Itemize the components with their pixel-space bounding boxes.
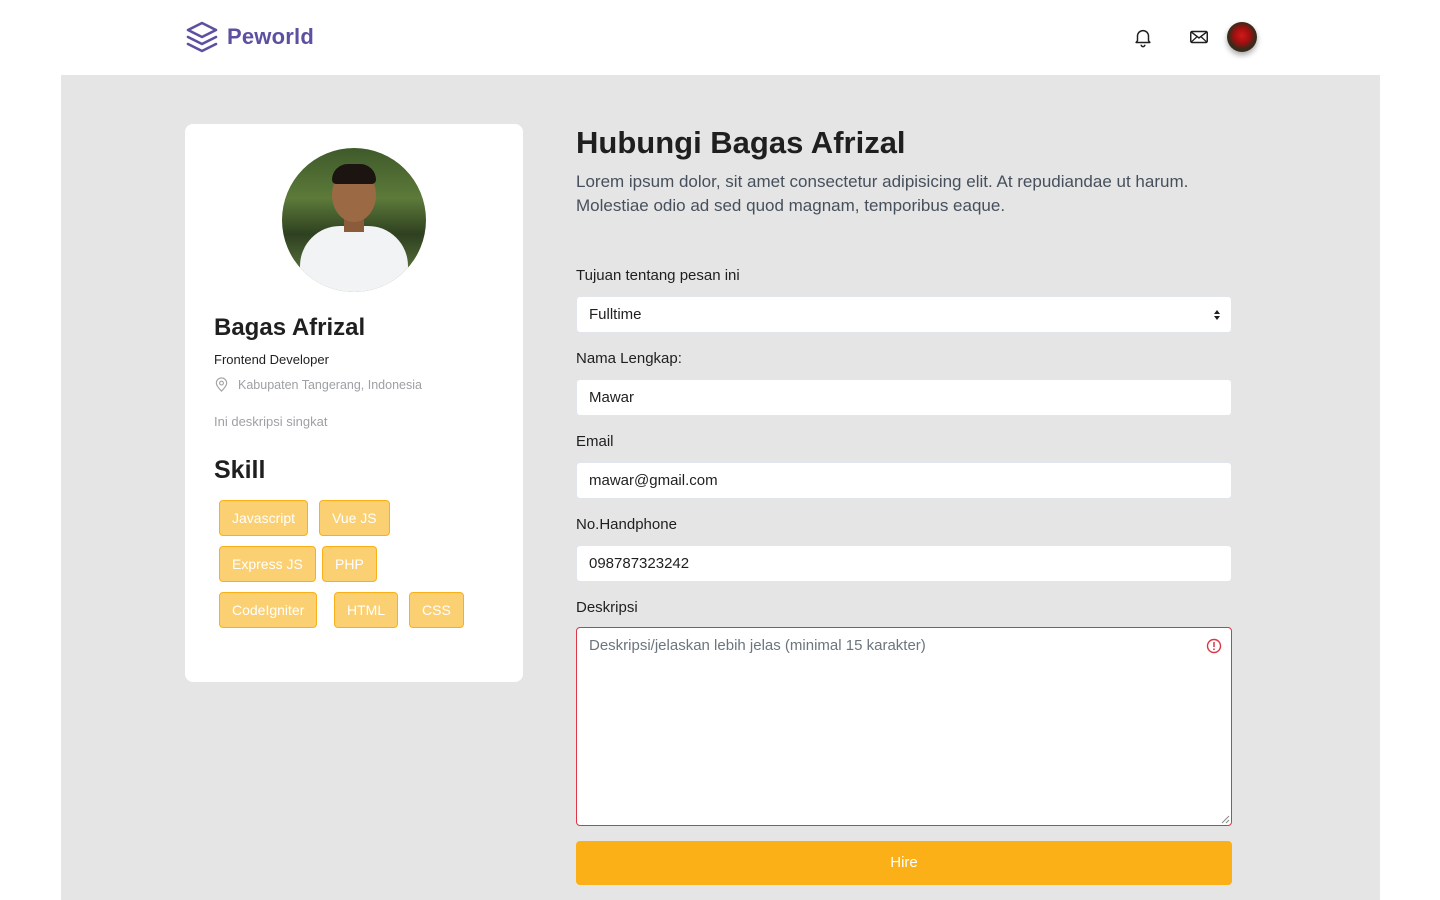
description-label: Deskripsi xyxy=(576,599,638,616)
select-arrow-icon xyxy=(1214,310,1220,320)
location-text: Kabupaten Tangerang, Indonesia xyxy=(238,377,422,392)
skill-chip[interactable]: Express JS xyxy=(219,546,316,582)
brand-logo[interactable]: Peworld xyxy=(185,20,314,54)
skill-chip[interactable]: PHP xyxy=(322,546,377,582)
form-title: Hubungi Bagas Afrizal xyxy=(576,125,906,160)
email-label: Email xyxy=(576,433,614,450)
skill-chip[interactable]: CSS xyxy=(409,592,464,628)
phone-field[interactable]: 098787323242 xyxy=(576,545,1232,582)
mail-icon[interactable] xyxy=(1188,26,1210,48)
main-content: Bagas Afrizal Frontend Developer Kabupat… xyxy=(61,75,1380,900)
map-pin-icon xyxy=(215,377,228,392)
skill-chip[interactable]: CodeIgniter xyxy=(219,592,318,628)
profile-description: Ini deskripsi singkat xyxy=(214,414,328,429)
user-avatar[interactable] xyxy=(1227,22,1257,52)
name-field[interactable]: Mawar xyxy=(576,379,1232,416)
navbar: Peworld xyxy=(0,0,1440,75)
profile-name: Bagas Afrizal xyxy=(214,314,366,341)
brand-name: Peworld xyxy=(227,24,314,49)
name-label: Nama Lengkap: xyxy=(576,350,682,367)
description-placeholder: Deskripsi/jelaskan lebih jelas (minimal … xyxy=(589,637,926,654)
profile-location: Kabupaten Tangerang, Indonesia xyxy=(214,377,422,392)
hire-button[interactable]: Hire xyxy=(576,841,1232,885)
skill-chip[interactable]: Vue JS xyxy=(319,500,390,536)
skill-chip[interactable]: HTML xyxy=(334,592,399,628)
description-textarea[interactable]: Deskripsi/jelaskan lebih jelas (minimal … xyxy=(576,627,1232,826)
layers-icon xyxy=(186,21,218,53)
profile-role: Frontend Developer xyxy=(214,352,329,367)
form-subtitle: Lorem ipsum dolor, sit amet consectetur … xyxy=(576,172,1189,215)
phone-label: No.Handphone xyxy=(576,516,677,533)
resize-handle-icon[interactable] xyxy=(1220,814,1230,824)
error-icon xyxy=(1206,638,1222,654)
purpose-value: Fulltime xyxy=(589,306,642,323)
profile-card: Bagas Afrizal Frontend Developer Kabupat… xyxy=(185,124,523,682)
bell-icon[interactable] xyxy=(1132,26,1154,48)
skill-chip[interactable]: Javascript xyxy=(219,500,309,536)
profile-photo xyxy=(282,148,426,292)
email-field[interactable]: mawar@gmail.com xyxy=(576,462,1232,499)
purpose-select[interactable]: Fulltime xyxy=(576,296,1232,333)
skill-heading: Skill xyxy=(214,456,266,484)
purpose-label: Tujuan tentang pesan ini xyxy=(576,267,740,284)
